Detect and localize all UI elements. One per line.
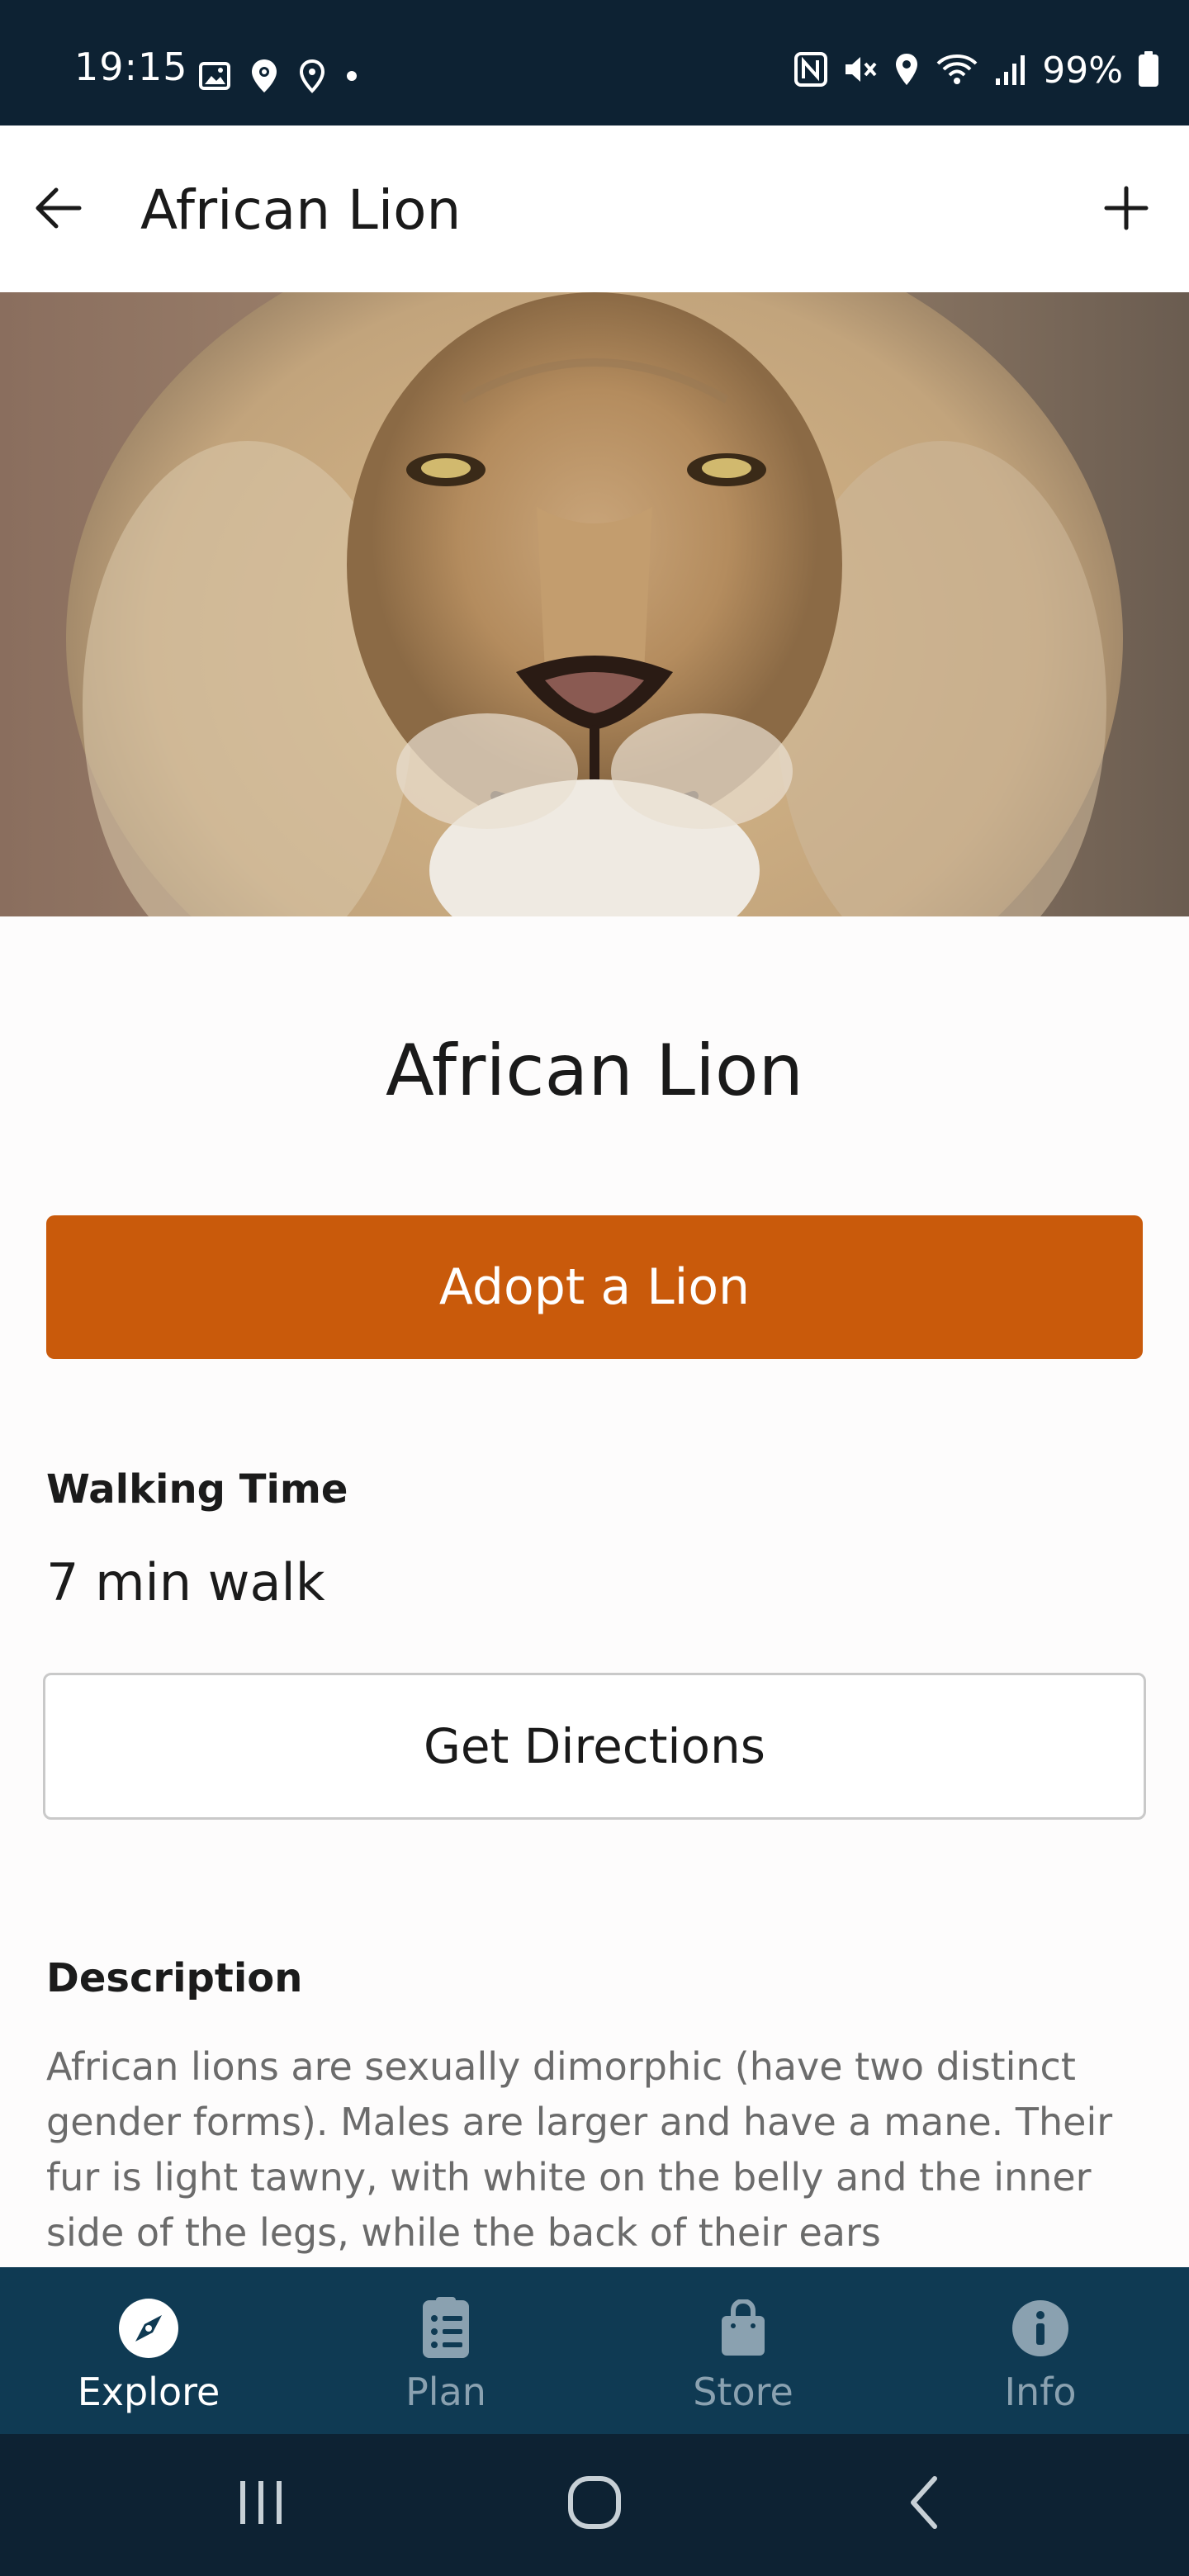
recent-apps-button[interactable] — [211, 2467, 310, 2541]
nav-item-store[interactable]: Store — [594, 2267, 892, 2434]
chevron-left-icon — [900, 2474, 950, 2535]
recent-apps-icon — [234, 2476, 287, 2532]
system-back-button[interactable] — [875, 2467, 974, 2541]
image-icon — [198, 59, 231, 96]
nav-label-explore: Explore — [77, 2370, 220, 2414]
battery-percent: 99% — [1042, 50, 1123, 92]
wifi-icon — [935, 52, 979, 90]
signal-icon — [994, 52, 1027, 90]
description-text: African lions are sexually dimorphic (ha… — [46, 2044, 1113, 2255]
nav-item-plan[interactable]: Plan — [297, 2267, 594, 2434]
nfc-icon — [794, 52, 828, 90]
nav-label-plan: Plan — [405, 2370, 486, 2414]
compass-icon — [117, 2297, 180, 2360]
location-pin-icon — [249, 58, 279, 97]
get-directions-button[interactable]: Get Directions — [43, 1673, 1146, 1820]
location-outline-icon — [297, 58, 327, 97]
page-title: African Lion — [140, 178, 462, 242]
status-time: 19:15 — [74, 45, 188, 89]
content-area: African Lion Adopt a Lion Walking Time 7… — [0, 916, 1189, 2267]
back-arrow-icon — [31, 182, 84, 238]
checklist-icon — [414, 2297, 477, 2360]
nav-item-explore[interactable]: Explore — [0, 2267, 297, 2434]
walking-time-heading: Walking Time — [46, 1466, 348, 1513]
walking-time-value: 7 min walk — [46, 1552, 325, 1612]
nav-label-info: Info — [1004, 2370, 1077, 2414]
hero-image — [0, 292, 1189, 916]
info-icon — [1009, 2297, 1072, 2360]
lion-face-photo — [0, 292, 1189, 916]
system-nav-bar — [0, 2434, 1189, 2576]
nav-label-store: Store — [693, 2370, 793, 2414]
shopping-bag-icon — [712, 2297, 775, 2360]
bottom-nav: Explore Plan Store Info — [0, 2267, 1189, 2434]
home-icon — [566, 2474, 623, 2535]
add-button[interactable] — [1097, 180, 1156, 239]
battery-icon — [1138, 51, 1159, 91]
home-button[interactable] — [545, 2467, 644, 2541]
plus-icon — [1101, 183, 1151, 236]
app-bar: African Lion — [0, 125, 1189, 292]
animal-name: African Lion — [385, 1030, 804, 1112]
mute-icon — [842, 52, 879, 90]
nav-item-info[interactable]: Info — [892, 2267, 1189, 2434]
status-left-icons — [198, 58, 358, 97]
status-right-icons: 99% — [794, 51, 1159, 91]
dot-icon — [345, 69, 358, 86]
status-bar: 19:15 99% — [0, 0, 1189, 125]
back-button[interactable] — [28, 180, 88, 239]
location-icon — [893, 52, 920, 90]
description-heading: Description — [46, 1955, 303, 2001]
adopt-button[interactable]: Adopt a Lion — [46, 1215, 1143, 1359]
